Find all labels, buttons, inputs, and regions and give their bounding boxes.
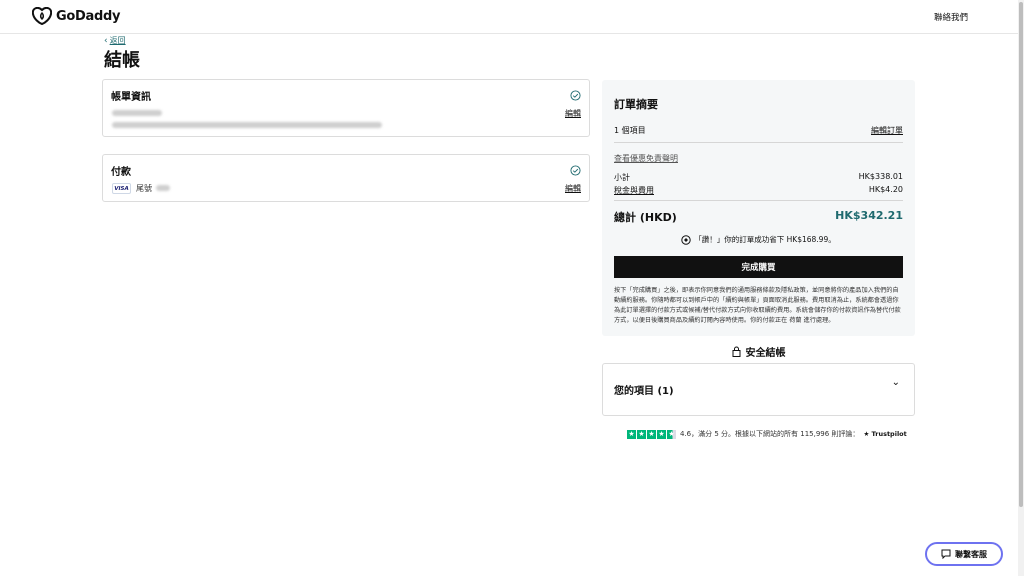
savings-text: 「讚！」你的訂單成功省下 HK$168.99。 (694, 235, 836, 244)
total-label: 總計 (HKD) (614, 211, 677, 224)
order-summary-title: 訂單摘要 (614, 98, 658, 111)
total-value: HK$342.21 (835, 209, 903, 222)
your-items-title: 您的項目 (1) (614, 386, 674, 397)
star-icon: ★ (647, 429, 656, 439)
subtotal-value: HK$338.01 (858, 172, 903, 181)
billing-edit-link[interactable]: 編輯 (565, 108, 581, 119)
back-label: 返回 (109, 36, 126, 45)
top-header: GoDaddy 聯絡我們 (0, 0, 1018, 34)
payment-edit-link[interactable]: 編輯 (565, 183, 581, 194)
trustpilot-rating: ★ ★ ★ ★ ★ 4.6，滿分 5 分。根據以下網站的所有 115,996 則… (627, 429, 907, 439)
summary-divider (614, 142, 903, 143)
card-digits-redacted (156, 185, 170, 191)
chat-icon (941, 549, 951, 559)
check-circle-icon (570, 90, 581, 101)
tax-fees-value: HK$4.20 (868, 185, 903, 194)
trustpilot-logo[interactable]: ★ Trustpilot (863, 430, 906, 438)
trustpilot-label: Trustpilot (871, 430, 907, 438)
chevron-left-icon: ‹ (104, 35, 108, 46)
your-items-accordion[interactable]: 您的項目 (1) ⌄ (602, 363, 915, 416)
secure-checkout-label: 安全結帳 (602, 344, 915, 359)
billing-name-redacted (112, 110, 162, 116)
visa-card-icon: VISA (112, 183, 131, 194)
billing-address-redacted (112, 122, 382, 128)
payment-title: 付款 (111, 167, 131, 178)
order-summary-panel: 訂單摘要 1 個項目 編輯訂單 查看優惠免責聲明 小計 HK$338.01 稅金… (602, 80, 915, 336)
star-icon: ★ (657, 429, 666, 439)
item-count: 1 個項目 (614, 126, 646, 135)
summary-divider (614, 200, 903, 201)
rating-stars: ★ ★ ★ ★ ★ (627, 429, 676, 439)
secure-checkout-text: 安全結帳 (745, 348, 786, 359)
legal-terms-text: 按下「完成購買」之後，即表示你同意我們的通用服務條款及隱私政策，並同意將你的產品… (614, 287, 901, 324)
half-star-icon: ★ (667, 429, 676, 439)
scrollbar-thumb[interactable] (1019, 2, 1023, 507)
back-link[interactable]: ‹ 返回 (104, 35, 126, 46)
subtotal-label: 小計 (614, 173, 630, 182)
gift-icon (681, 234, 691, 245)
billing-title: 帳單資訊 (111, 92, 151, 103)
billing-info-card: 帳單資訊 編輯 (102, 79, 590, 137)
page-scrollbar[interactable] (1018, 0, 1024, 576)
chevron-down-icon[interactable]: ⌄ (892, 377, 900, 388)
payment-card: 付款 VISA 尾號 編輯 (102, 154, 590, 202)
view-disclaimer-link[interactable]: 查看優惠免責聲明 (614, 153, 678, 164)
page-title: 結帳 (104, 50, 140, 71)
contact-support-button[interactable]: 聯繫客服 (925, 542, 1003, 566)
brand-name: GoDaddy (56, 8, 121, 24)
godaddy-logo-icon (32, 7, 52, 25)
contact-support-label: 聯繫客服 (955, 549, 987, 559)
complete-purchase-button[interactable]: 完成購買 (614, 256, 903, 278)
edit-order-link[interactable]: 編輯訂單 (871, 125, 903, 136)
star-icon: ★ (627, 429, 636, 439)
card-suffix-label: 尾號 (136, 184, 152, 193)
lock-icon (732, 346, 740, 357)
savings-message: 「讚！」你的訂單成功省下 HK$168.99。 (602, 234, 915, 245)
rating-text: 4.6，滿分 5 分。根據以下網站的所有 115,996 則評論： (680, 430, 860, 438)
contact-us-link[interactable]: 聯絡我們 (934, 11, 968, 23)
star-icon: ★ (637, 429, 646, 439)
godaddy-logo[interactable]: GoDaddy (32, 7, 120, 25)
tax-fees-link[interactable]: 稅金與費用 (614, 185, 654, 196)
check-circle-icon (570, 165, 581, 176)
